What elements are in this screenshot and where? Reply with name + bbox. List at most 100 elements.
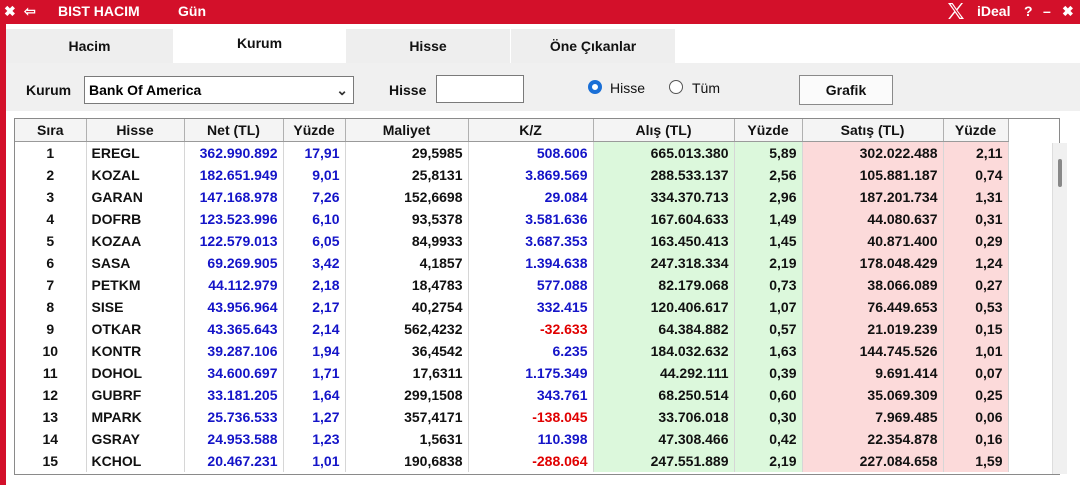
column-header[interactable]: Net (TL): [184, 119, 284, 142]
tab-kurum[interactable]: Kurum: [174, 29, 346, 63]
table-cell: 2,11: [943, 141, 1009, 164]
table-row[interactable]: 9 OTKAR 43.365.643 2,14 562,4232 -32.633 64.38…: [15, 318, 1009, 340]
column-header[interactable]: Yüzde: [283, 119, 346, 142]
x-logo-icon[interactable]: [946, 1, 966, 21]
table-cell: 190,6838: [345, 450, 469, 472]
help-icon[interactable]: ?: [1024, 3, 1033, 19]
tab-bar: Hacim Kurum Hisse Öne Çıkanlar: [6, 29, 1080, 63]
table-cell: 110.398: [468, 428, 594, 450]
back-arrow-icon[interactable]: ⇦: [24, 3, 36, 20]
tab-one-cikanlar[interactable]: Öne Çıkanlar: [511, 29, 676, 63]
table-row[interactable]: 10 KONTR 39.287.106 1,94 36,4542 6.235 184.032…: [15, 340, 1009, 362]
table-cell: -138.045: [468, 406, 594, 428]
vertical-scrollbar[interactable]: [1052, 143, 1067, 474]
table-cell: 1.394.638: [468, 252, 594, 274]
table-cell: KOZAL: [86, 164, 185, 186]
table-cell: 2,18: [283, 274, 346, 296]
table-cell: 187.201.734: [802, 186, 944, 208]
table-cell: 508.606: [468, 141, 594, 164]
column-header[interactable]: K/Z: [468, 119, 594, 142]
column-header[interactable]: Hisse: [86, 119, 185, 142]
table-cell: 120.406.617: [593, 296, 735, 318]
table-cell: 0,31: [943, 208, 1009, 230]
table-cell: 152,6698: [345, 186, 469, 208]
table-cell: 64.384.882: [593, 318, 735, 340]
table-cell: 0,42: [734, 428, 803, 450]
grafik-button[interactable]: Grafik: [799, 75, 893, 105]
table-cell: 1,45: [734, 230, 803, 252]
table-cell: 3.869.569: [468, 164, 594, 186]
table-cell: PETKM: [86, 274, 185, 296]
table-row[interactable]: 7 PETKM 44.112.979 2,18 18,4783 577.088 82.179…: [15, 274, 1009, 296]
tab-hacim[interactable]: Hacim: [6, 29, 174, 63]
table-row[interactable]: 1 EREGL 362.990.892 17,91 29,5985 508.606 665.…: [15, 141, 1009, 164]
column-header[interactable]: Sıra: [15, 119, 87, 142]
minimize-icon[interactable]: –: [1043, 3, 1051, 19]
radio-hisse[interactable]: [588, 80, 602, 94]
data-grid: Sıra Hisse Net (TL) Yüzde Maliyet K/Z Alış (TL…: [14, 118, 1060, 475]
table-cell: 0,25: [943, 384, 1009, 406]
hisse-input[interactable]: [436, 75, 524, 103]
table-cell: 34.600.697: [184, 362, 284, 384]
table-cell: 299,1508: [345, 384, 469, 406]
table-row[interactable]: 5 KOZAA 122.579.013 6,05 84,9933 3.687.353 163…: [15, 230, 1009, 252]
table-cell: 227.084.658: [802, 450, 944, 472]
table-row[interactable]: 13 MPARK 25.736.533 1,27 357,4171 -138.045 33.…: [15, 406, 1009, 428]
chevron-down-icon: ⌄: [336, 82, 348, 98]
table-cell: 182.651.949: [184, 164, 284, 186]
column-header[interactable]: Maliyet: [345, 119, 469, 142]
table-cell: 7,26: [283, 186, 346, 208]
table-cell: 3,42: [283, 252, 346, 274]
table-cell: 0,73: [734, 274, 803, 296]
radio-hisse-label[interactable]: Hisse: [610, 80, 645, 96]
hisse-label: Hisse: [389, 82, 427, 98]
table-cell: 44.112.979: [184, 274, 284, 296]
table-row[interactable]: 8 SISE 43.956.964 2,17 40,2754 332.415 120.406…: [15, 296, 1009, 318]
table-cell: -288.064: [468, 450, 594, 472]
table-row[interactable]: 11 DOHOL 34.600.697 1,71 17,6311 1.175.349 44.…: [15, 362, 1009, 384]
table-row[interactable]: 6 SASA 69.269.905 3,42 4,1857 1.394.638 247.31…: [15, 252, 1009, 274]
table-cell: 302.022.488: [802, 141, 944, 164]
filter-toolbar: Kurum Bank Of America ⌄ Hisse Hisse Tüm …: [6, 63, 1080, 111]
table-cell: 13: [15, 406, 87, 428]
column-header[interactable]: Alış (TL): [593, 119, 735, 142]
table-cell: 5: [15, 230, 87, 252]
table-cell: 1,94: [283, 340, 346, 362]
table-cell: KCHOL: [86, 450, 185, 472]
radio-tum-label[interactable]: Tüm: [692, 80, 720, 96]
table-row[interactable]: 4 DOFRB 123.523.996 6,10 93,5378 3.581.636 167…: [15, 208, 1009, 230]
kurum-dropdown[interactable]: Bank Of America ⌄: [84, 76, 354, 104]
table-cell: 5,89: [734, 141, 803, 164]
table-cell: 288.533.137: [593, 164, 735, 186]
table-cell: 4: [15, 208, 87, 230]
table-cell: 7: [15, 274, 87, 296]
table-cell: 93,5378: [345, 208, 469, 230]
kurum-selected-value: Bank Of America: [89, 82, 202, 98]
brand-label: iDeal: [977, 3, 1011, 19]
table-cell: 6,05: [283, 230, 346, 252]
close-icon[interactable]: ✖: [4, 3, 16, 20]
scrollbar-thumb[interactable]: [1058, 159, 1062, 187]
table-row[interactable]: 15 KCHOL 20.467.231 1,01 190,6838 -288.064 247…: [15, 450, 1009, 472]
column-header[interactable]: Satış (TL): [802, 119, 944, 142]
window-close-icon[interactable]: ✖: [1062, 3, 1074, 20]
table-row[interactable]: 2 KOZAL 182.651.949 9,01 25,8131 3.869.569 288…: [15, 164, 1009, 186]
holdings-table: Sıra Hisse Net (TL) Yüzde Maliyet K/Z Alış (TL…: [15, 119, 1009, 472]
table-cell: DOFRB: [86, 208, 185, 230]
table-cell: 0,16: [943, 428, 1009, 450]
table-cell: 577.088: [468, 274, 594, 296]
table-cell: 33.181.205: [184, 384, 284, 406]
table-cell: 8: [15, 296, 87, 318]
table-row[interactable]: 3 GARAN 147.168.978 7,26 152,6698 29.084 334.3…: [15, 186, 1009, 208]
table-cell: 343.761: [468, 384, 594, 406]
column-header[interactable]: Yüzde: [943, 119, 1009, 142]
table-cell: 2,14: [283, 318, 346, 340]
table-cell: 184.032.632: [593, 340, 735, 362]
radio-tum[interactable]: [669, 80, 683, 94]
table-cell: GARAN: [86, 186, 185, 208]
tab-hisse[interactable]: Hisse: [346, 29, 511, 63]
table-row[interactable]: 12 GUBRF 33.181.205 1,64 299,1508 343.761 68.2…: [15, 384, 1009, 406]
table-row[interactable]: 14 GSRAY 24.953.588 1,23 1,5631 110.398 47.308…: [15, 428, 1009, 450]
column-header[interactable]: Yüzde: [734, 119, 803, 142]
table-cell: SASA: [86, 252, 185, 274]
